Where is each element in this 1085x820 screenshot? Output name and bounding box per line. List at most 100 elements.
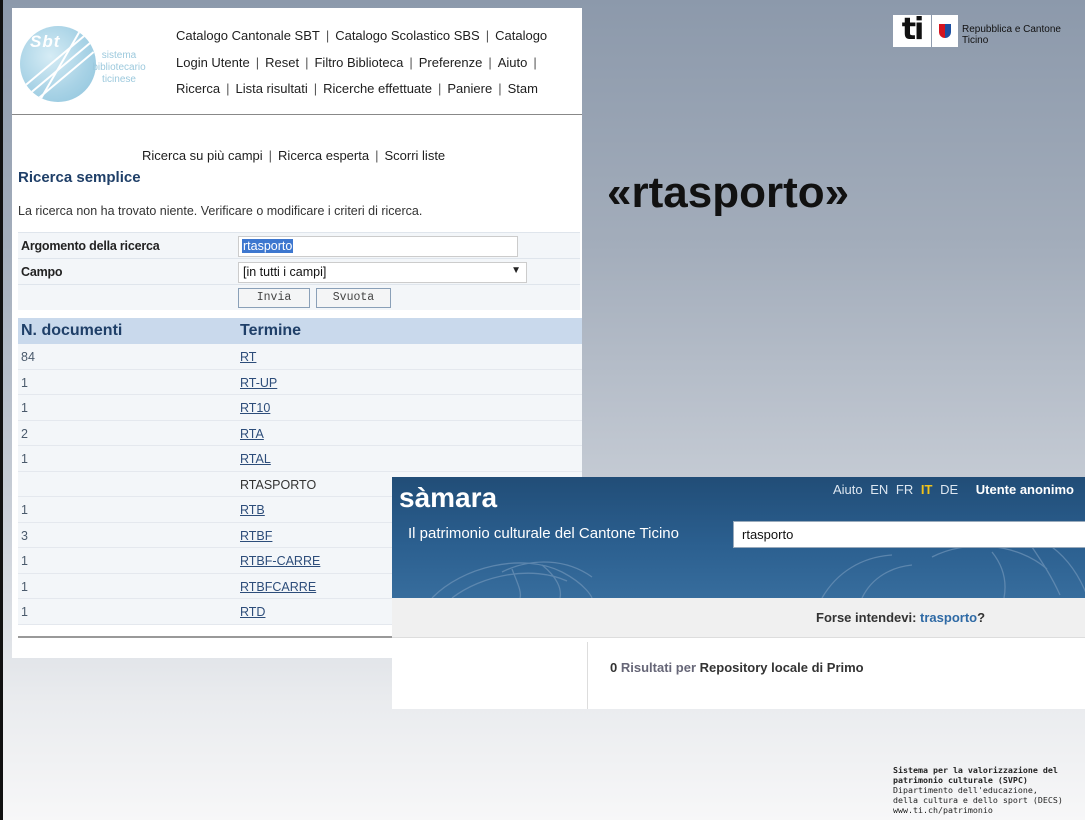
field-select[interactable]: [in tutti i campi] ▼ (238, 262, 527, 283)
ticino-logo-text: Repubblica e Cantone Ticino (962, 24, 1061, 46)
row-term-link[interactable]: RTAL (240, 452, 271, 466)
per-word: per (675, 660, 697, 675)
search-nav: Ricerca | Lista risultati | Ricerche effettu… (176, 81, 580, 96)
did-you-mean: Forse intendevi: trasporto? (816, 610, 985, 625)
simple-search-form: Argomento della ricerca rtasporto Campo … (18, 232, 580, 310)
header-divider (12, 114, 582, 115)
buttons-row: Invia Svuota (18, 284, 580, 310)
nav-separator: | (255, 55, 260, 70)
dropdown-arrow-icon: ▼ (511, 265, 521, 276)
nav-separator: | (409, 55, 413, 70)
submit-button[interactable]: Invia (238, 288, 310, 308)
row-term-link[interactable]: RT (240, 350, 256, 364)
lang-de-link[interactable]: DE (940, 482, 958, 497)
nav-link-paniere[interactable]: Paniere (447, 81, 492, 96)
search-mode-nav: Ricerca su più campi | Ricerca esperta | Sco… (142, 148, 445, 163)
field-row: Campo [in tutti i campi] ▼ (18, 258, 580, 284)
nav-separator: | (268, 148, 273, 163)
suggestion-link[interactable]: trasporto (920, 610, 977, 625)
nav-link-catalogo[interactable]: Catalogo (495, 28, 547, 43)
lang-en-link[interactable]: EN (870, 482, 888, 497)
help-link[interactable]: Aiuto (833, 482, 863, 497)
row-term-link[interactable]: RT10 (240, 401, 270, 415)
nav-separator: | (305, 55, 309, 70)
samara-title[interactable]: sàmara (399, 482, 497, 514)
footer-line: Sistema per la valorizzazione del (893, 765, 1058, 775)
argument-row: Argomento della ricerca rtasporto (18, 232, 580, 258)
samara-search-input[interactable]: rtasporto (733, 521, 1085, 548)
query-caption: «rtasporto» (607, 168, 850, 217)
nav-link-reset[interactable]: Reset (265, 55, 299, 70)
page-title: Ricerca semplice (18, 169, 141, 186)
footer-link[interactable]: www.ti.ch/patrimonio (893, 805, 1083, 815)
nav-link-ricerche-effettuate[interactable]: Ricerche effettuate (323, 81, 432, 96)
shield-shape (939, 24, 951, 38)
logo-text-line: Ticino (962, 35, 989, 46)
argument-label: Argomento della ricerca (21, 239, 160, 253)
user-nav: Login Utente | Reset | Filtro Biblioteca | Pre… (176, 55, 580, 70)
sbt-logo-text: Sbt (30, 32, 61, 51)
samara-panel: sàmara Il patrimonio culturale del Canto… (392, 477, 1085, 709)
table-row: 1 RT-UP (18, 369, 582, 395)
link-ricerca-piu-campi[interactable]: Ricerca su più campi (142, 148, 263, 163)
results-word: Risultati (620, 660, 673, 675)
row-term-link[interactable]: RTB (240, 503, 265, 517)
row-term-link[interactable]: RTBF-CARRE (240, 554, 320, 568)
row-count: 1 (21, 605, 28, 619)
sbt-logo[interactable]: Sbt sistema bibliotecario ticinese (20, 24, 164, 108)
logo-text-line: Repubblica e Cantone (962, 24, 1061, 35)
nav-separator: | (485, 28, 490, 43)
nav-link-preferenze[interactable]: Preferenze (419, 55, 483, 70)
nav-link-stampa[interactable]: Stam (508, 81, 538, 96)
samara-subtitle: Il patrimonio culturale del Cantone Tici… (408, 525, 679, 542)
sbt-logo-caption: sistema bibliotecario ticinese (84, 50, 154, 86)
clear-button[interactable]: Svuota (316, 288, 391, 308)
lang-fr-link[interactable]: FR (896, 482, 913, 497)
nav-link-ricerca[interactable]: Ricerca (176, 81, 220, 96)
lang-it-link[interactable]: IT (921, 482, 933, 497)
row-count: 1 (21, 452, 28, 466)
row-term-current: RTASPORTO (240, 477, 317, 492)
nav-separator: | (488, 55, 492, 70)
nav-separator: | (226, 81, 230, 96)
nav-link-catalogo-cantonale[interactable]: Catalogo Cantonale SBT (176, 28, 320, 43)
row-term-link[interactable]: RTBF (240, 529, 272, 543)
user-menu[interactable]: Utente anonimo (976, 482, 1074, 497)
row-count: 1 (21, 401, 28, 415)
ti-mark: ti (893, 15, 931, 47)
nav-link-lista-risultati[interactable]: Lista risultati (235, 81, 307, 96)
selected-text: rtasporto (242, 239, 294, 253)
field-select-value: [in tutti i campi] (243, 265, 327, 279)
suggestion-suffix: ? (977, 610, 986, 625)
column-divider (587, 642, 588, 709)
row-term-link[interactable]: RTA (240, 427, 264, 441)
footer-line: della cultura e dello sport (DECS) (893, 795, 1063, 805)
row-term-link[interactable]: RT-UP (240, 376, 277, 390)
repository-name: Repository locale di Primo (699, 660, 864, 675)
nav-separator: | (498, 81, 502, 96)
search-input[interactable]: rtasporto (238, 236, 518, 257)
table-row: 1 RTAL (18, 446, 582, 472)
result-count: 0 (610, 660, 618, 675)
samara-top-links: Aiuto EN FR IT DE Utente anonimo (829, 482, 1074, 497)
nav-link-filtro-biblioteca[interactable]: Filtro Biblioteca (314, 55, 403, 70)
table-row: 2 RTA (18, 420, 582, 446)
catalog-nav: Catalogo Cantonale SBT | Catalogo Scolasti… (176, 28, 580, 43)
link-ricerca-esperta[interactable]: Ricerca esperta (278, 148, 369, 163)
nav-link-login[interactable]: Login Utente (176, 55, 250, 70)
table-row: 1 RT10 (18, 395, 582, 421)
nav-link-aiuto[interactable]: Aiuto (498, 55, 528, 70)
no-results-message: La ricerca non ha trovato niente. Verifi… (18, 204, 423, 218)
nav-link-catalogo-scolastico[interactable]: Catalogo Scolastico SBS (335, 28, 480, 43)
suggestion-bar: Forse intendevi: trasporto? (392, 598, 1085, 638)
link-scorri-liste[interactable]: Scorri liste (384, 148, 445, 163)
footer-line: patrimonio culturale (SVPC) (893, 775, 1028, 785)
table-row: 84 RT (18, 344, 582, 370)
row-term-link[interactable]: RTD (240, 605, 265, 619)
results-table-header: N. documenti Termine (18, 318, 582, 344)
row-count: 3 (21, 528, 28, 543)
footer-credit: Sistema per la valorizzazione del patrim… (893, 765, 1083, 815)
logo-caption-line: sistema (101, 50, 137, 61)
result-count-line: 0 Risultati per Repository locale di Pri… (610, 660, 864, 675)
row-term-link[interactable]: RTBFCARRE (240, 580, 316, 594)
